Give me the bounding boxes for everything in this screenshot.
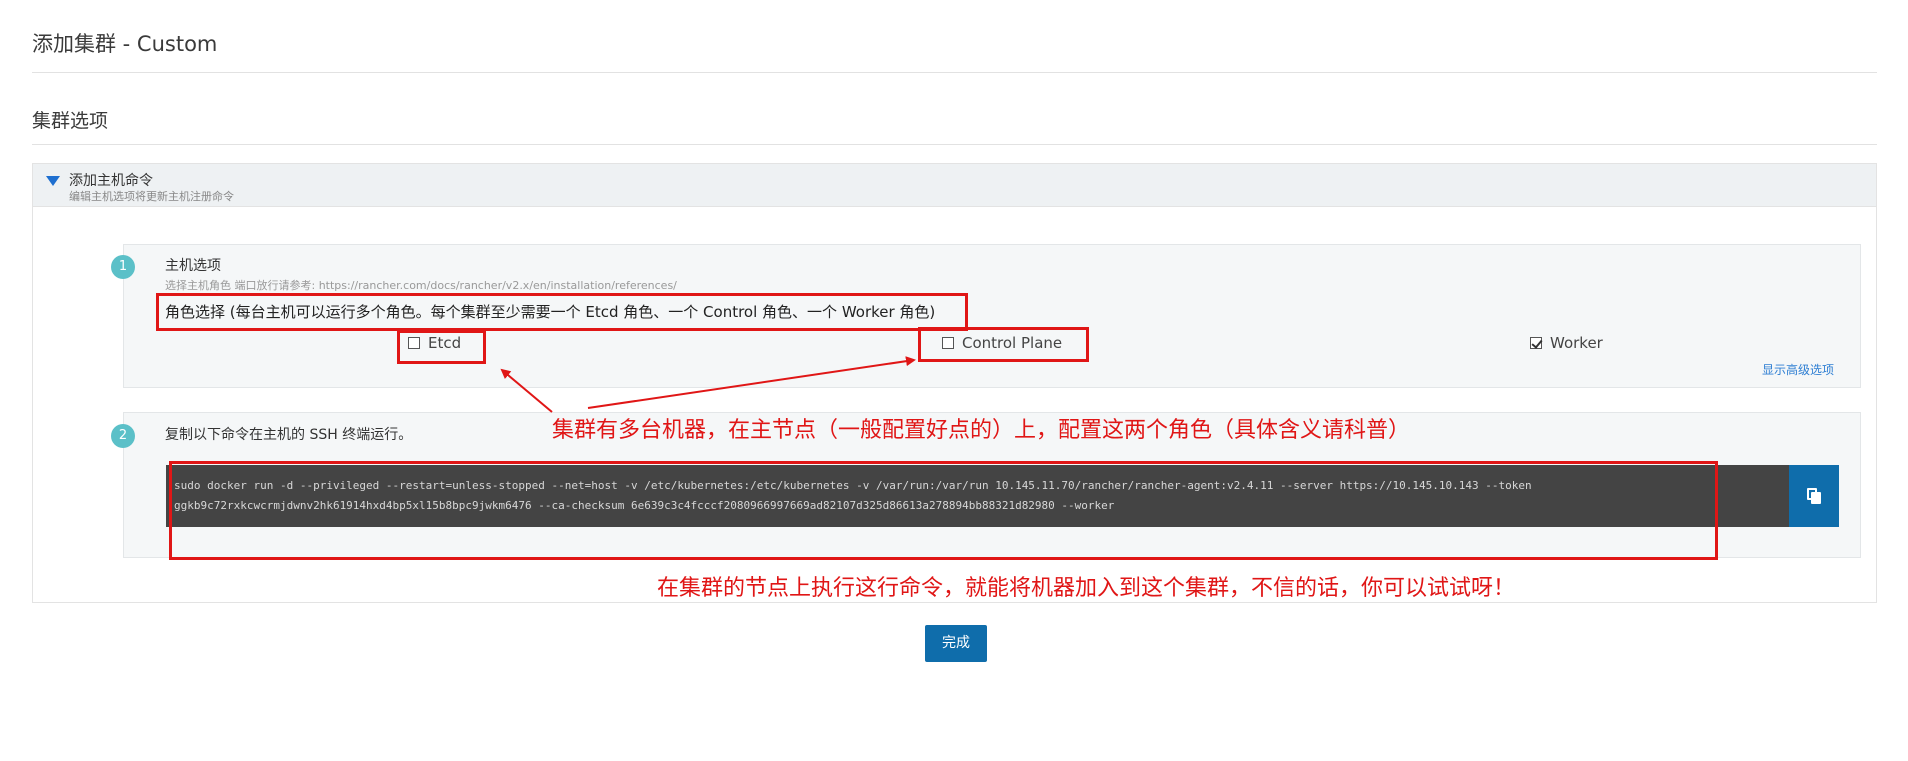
annotation-roles-note: 集群有多台机器，在主节点（一般配置好点的）上，配置这两个角色（具体含义请科普） bbox=[552, 418, 1411, 443]
divider bbox=[32, 144, 1877, 145]
accordion-header[interactable] bbox=[32, 163, 1877, 207]
annotation-box-control-plane bbox=[918, 327, 1089, 362]
annotation-command-note: 在集群的节点上执行这行命令，就能将机器加入到这个集群，不信的话，你可以试试呀！ bbox=[657, 576, 1516, 601]
host-options-subtitle: 选择主机角色 端口放行请参考: https://rancher.com/docs… bbox=[165, 279, 677, 292]
copy-button[interactable] bbox=[1789, 465, 1839, 527]
copy-icon bbox=[1807, 488, 1821, 504]
annotation-box-etcd bbox=[397, 330, 486, 364]
caret-down-icon[interactable] bbox=[46, 176, 60, 186]
annotation-box-role bbox=[156, 293, 968, 331]
step-badge: 2 bbox=[111, 424, 135, 448]
show-advanced-options-link[interactable]: 显示高级选项 bbox=[1762, 361, 1834, 378]
done-button[interactable]: 完成 bbox=[925, 625, 987, 662]
host-options-title: 主机选项 bbox=[165, 258, 221, 274]
accordion-title: 添加主机命令 bbox=[69, 173, 153, 189]
worker-checkbox[interactable]: Worker bbox=[1530, 334, 1603, 352]
annotation-box-command bbox=[169, 461, 1718, 560]
page-title: 添加集群 - Custom bbox=[32, 32, 218, 56]
checkbox-checked-icon[interactable] bbox=[1530, 337, 1542, 349]
copy-instruction: 复制以下命令在主机的 SSH 终端运行。 bbox=[165, 427, 413, 443]
divider bbox=[32, 72, 1877, 73]
section-title: 集群选项 bbox=[32, 110, 109, 132]
accordion-subtitle: 编辑主机选项将更新主机注册命令 bbox=[69, 190, 234, 203]
step-badge: 1 bbox=[111, 255, 135, 279]
worker-label: Worker bbox=[1550, 334, 1603, 352]
